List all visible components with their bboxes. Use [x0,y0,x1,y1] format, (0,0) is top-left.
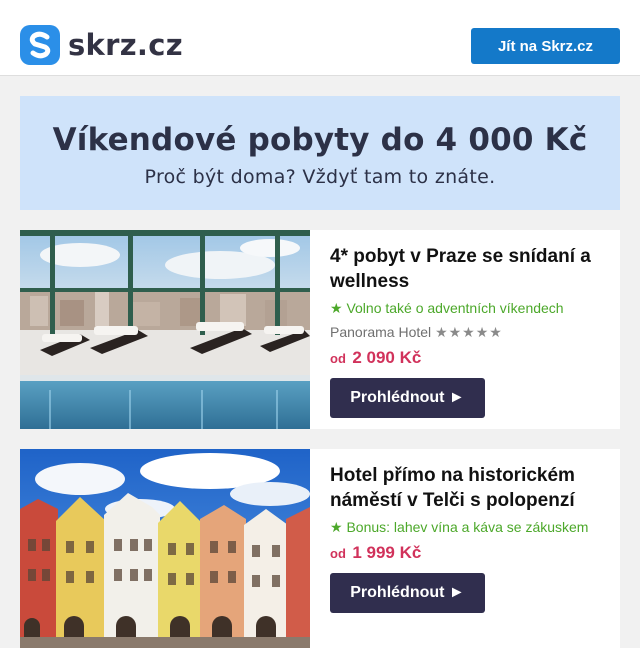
offer-title[interactable]: 4* pobyt v Praze se snídaní a wellness [330,244,610,294]
offer-price: od 1 999 Kč [330,543,610,563]
price-prefix: od [330,546,346,561]
offer-note: ★ Volno také o adventních víkendech [330,300,564,316]
hero-banner: Víkendové pobyty do 4 000 Kč Proč být do… [20,96,620,210]
price-amount: 1 999 Kč [352,543,422,562]
offer-card: 4* pobyt v Praze se snídaní a wellness ★… [20,230,620,429]
logo[interactable]: skrz.cz [20,25,183,65]
price-amount: 2 090 Kč [352,348,422,367]
offer-price: od 2 090 Kč [330,348,610,368]
go-to-skrz-button[interactable]: Jít na Skrz.cz [471,28,620,64]
hotel-name-line: Panorama Hotel ★★★★★ [330,324,610,341]
offer-image-pool[interactable] [20,230,310,429]
top-bar: skrz.cz Jít na Skrz.cz [0,0,640,76]
logo-text: skrz.cz [68,28,183,62]
hotel-name: Panorama Hotel [330,324,432,340]
price-prefix: od [330,351,346,366]
hero-title: Víkendové pobyty do 4 000 Kč [52,122,588,158]
offer-card: Hotel přímo na historickém náměstí v Tel… [20,449,620,648]
offer-title[interactable]: Hotel přímo na historickém náměstí v Tel… [330,463,610,513]
view-offer-button[interactable]: Prohlédnout ► [330,378,485,418]
offer-image-telc[interactable] [20,449,310,648]
hotel-stars: ★★★★★ [435,324,503,340]
skrz-logo-icon [20,25,60,65]
offer-note: ★ Bonus: lahev vína a káva se zákuskem [330,519,589,535]
view-offer-button[interactable]: Prohlédnout ► [330,573,485,613]
hero-subtitle: Proč být doma? Vždyť tam to znáte. [144,166,496,188]
